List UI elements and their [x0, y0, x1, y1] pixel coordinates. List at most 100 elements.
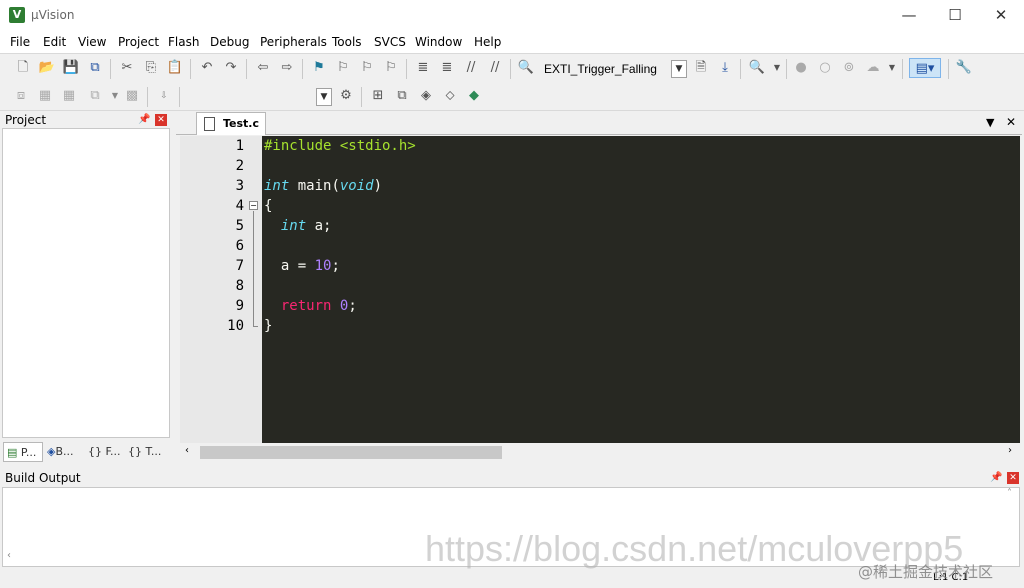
file-extensions-icon[interactable]: ⧉ — [392, 86, 412, 106]
fold-margin: − — [248, 136, 262, 443]
line-number: 10 — [227, 318, 244, 334]
tab-templates[interactable]: {} T... — [125, 442, 169, 462]
clear-bookmarks-icon[interactable]: ⚐ — [381, 58, 401, 78]
prev-bookmark-icon[interactable]: ⚐ — [333, 58, 353, 78]
batch-build-icon[interactable]: ⧉ — [85, 86, 105, 106]
bookmark-icon[interactable]: ⚑ — [309, 58, 329, 78]
close-tab-icon[interactable]: ✕ — [1006, 115, 1016, 129]
line-number: 3 — [235, 178, 244, 194]
fold-toggle-icon[interactable]: − — [249, 201, 258, 210]
tab-functions[interactable]: {} F... — [85, 442, 125, 462]
breakpoint-clear-icon[interactable]: ⊚ — [839, 58, 859, 78]
translate-icon[interactable]: ⧈ — [11, 86, 31, 106]
nav-back-icon[interactable]: ⇦ — [253, 58, 273, 78]
horizontal-scrollbar[interactable]: ‹ › — [180, 443, 1020, 461]
unindent-icon[interactable]: ≣ — [437, 58, 457, 78]
new-file-icon[interactable]: 🗋 — [13, 58, 33, 78]
scrollbar-thumb[interactable] — [200, 446, 502, 459]
tab-books[interactable]: ◈B... — [44, 442, 84, 462]
code-line: { — [264, 198, 273, 214]
undo-icon[interactable]: ↶ — [197, 58, 217, 78]
redo-icon[interactable]: ↷ — [221, 58, 241, 78]
target-options-icon[interactable]: ⚙ — [336, 86, 356, 106]
select-software-packs-icon[interactable]: ⬦ — [440, 86, 460, 106]
open-folder-icon[interactable]: 📂 — [37, 58, 57, 78]
braces-icon: {} — [88, 445, 102, 458]
pin-icon[interactable]: 📌 — [138, 114, 150, 125]
find-in-files-icon[interactable]: 🔍 — [516, 58, 536, 78]
target-select[interactable]: EXTI_Trigger_Falling — [544, 62, 657, 76]
fold-line — [253, 211, 254, 326]
paste-icon[interactable]: 📋 — [165, 58, 185, 78]
chevron-down-icon[interactable]: ▼ — [671, 60, 687, 78]
chevron-down-icon[interactable]: ▼ — [316, 88, 332, 106]
next-bookmark-icon[interactable]: ⚐ — [357, 58, 377, 78]
separator — [948, 59, 949, 79]
download-icon[interactable]: ⇩ — [154, 86, 174, 106]
project-tab-icon: ▤ — [7, 446, 18, 459]
nav-forward-icon[interactable]: ⇨ — [277, 58, 297, 78]
stop-build-icon[interactable]: ▩ — [122, 86, 142, 106]
line-number: 8 — [235, 278, 244, 294]
window-title: µVision — [31, 8, 75, 22]
uncomment-icon[interactable]: // — [485, 58, 505, 78]
menu-project[interactable]: Project — [118, 35, 159, 49]
build-icon[interactable]: ▦ — [35, 86, 55, 106]
save-icon[interactable]: 💾 — [61, 58, 81, 78]
menu-debug[interactable]: Debug — [210, 35, 249, 49]
debug-session-icon[interactable]: 🔍 — [747, 58, 767, 78]
file-icon — [204, 117, 215, 131]
pack-installer-icon[interactable]: ◈ — [416, 86, 436, 106]
tab-project[interactable]: ▤ P... — [3, 442, 43, 462]
scroll-up-icon[interactable]: ˄ — [1007, 488, 1012, 499]
find-icon[interactable]: ⤓ — [715, 58, 735, 78]
indent-icon[interactable]: ≣ — [413, 58, 433, 78]
menu-window[interactable]: Window — [415, 35, 462, 49]
incremental-find-icon[interactable]: 🗎 — [691, 58, 711, 78]
minimize-button[interactable]: — — [886, 0, 932, 31]
close-window-button[interactable]: ✕ — [978, 0, 1024, 31]
project-tree[interactable] — [2, 128, 170, 438]
editor-tab-test-c[interactable]: Test.c — [196, 112, 266, 135]
pin-icon[interactable]: 📌 — [990, 472, 1002, 483]
manage-project-icon[interactable]: ⊞ — [368, 86, 388, 106]
breakpoint-disable-icon[interactable]: ○ — [815, 58, 835, 78]
line-number: 4 — [235, 198, 244, 214]
build-output-header: Build Output 📌 ✕ — [0, 469, 1024, 487]
close-icon[interactable]: ✕ — [1007, 472, 1019, 484]
menu-peripherals[interactable]: Peripherals — [260, 35, 327, 49]
menu-edit[interactable]: Edit — [43, 35, 66, 49]
scroll-right-icon[interactable]: › — [1008, 445, 1012, 456]
save-all-icon[interactable]: ⧉ — [85, 58, 105, 78]
maximize-button[interactable]: ☐ — [932, 0, 978, 31]
rebuild-icon[interactable]: ▦ — [59, 86, 79, 106]
separator — [740, 59, 741, 79]
comment-icon[interactable]: // — [461, 58, 481, 78]
scroll-left-icon[interactable]: ‹ — [185, 445, 189, 456]
copy-icon[interactable]: ⎘ — [141, 58, 161, 78]
code-editor[interactable]: 1 2 3 4 5 6 7 8 9 10 − #include <stdio.h… — [180, 136, 1020, 443]
close-icon[interactable]: ✕ — [155, 114, 167, 126]
separator — [110, 59, 111, 79]
breakpoint-kill-icon[interactable]: ☁ — [863, 58, 883, 78]
menu-view[interactable]: View — [78, 35, 106, 49]
menu-tools[interactable]: Tools — [332, 35, 362, 49]
manage-runtime-icon[interactable]: ◆ — [464, 86, 484, 106]
menu-help[interactable]: Help — [474, 35, 501, 49]
tab-list-chevron-icon[interactable]: ▼ — [986, 116, 994, 129]
menu-file[interactable]: File — [10, 35, 30, 49]
main-toolbar: 🗋 📂 💾 ⧉ ✂ ⎘ 📋 ↶ ↷ ⇦ ⇨ ⚑ ⚐ ⚐ ⚐ ≣ ≣ // // … — [0, 53, 1024, 83]
chevron-down-icon[interactable]: ▼ — [767, 58, 787, 78]
line-number: 7 — [235, 258, 244, 274]
configure-icon[interactable]: 🔧 — [954, 58, 974, 78]
chevron-down-icon[interactable]: ▼ — [882, 58, 902, 78]
line-number: 9 — [235, 298, 244, 314]
project-panel-header: Project 📌 ✕ — [0, 111, 172, 129]
scroll-left-icon[interactable]: ‹ — [7, 550, 11, 561]
breakpoint-icon[interactable]: ● — [791, 58, 811, 78]
menu-flash[interactable]: Flash — [168, 35, 199, 49]
menu-svcs[interactable]: SVCS — [374, 35, 406, 49]
window-layout-icon[interactable]: ▤▾ — [909, 58, 941, 78]
menu-bar: File Edit View Project Flash Debug Perip… — [0, 31, 1024, 53]
cut-icon[interactable]: ✂ — [117, 58, 137, 78]
